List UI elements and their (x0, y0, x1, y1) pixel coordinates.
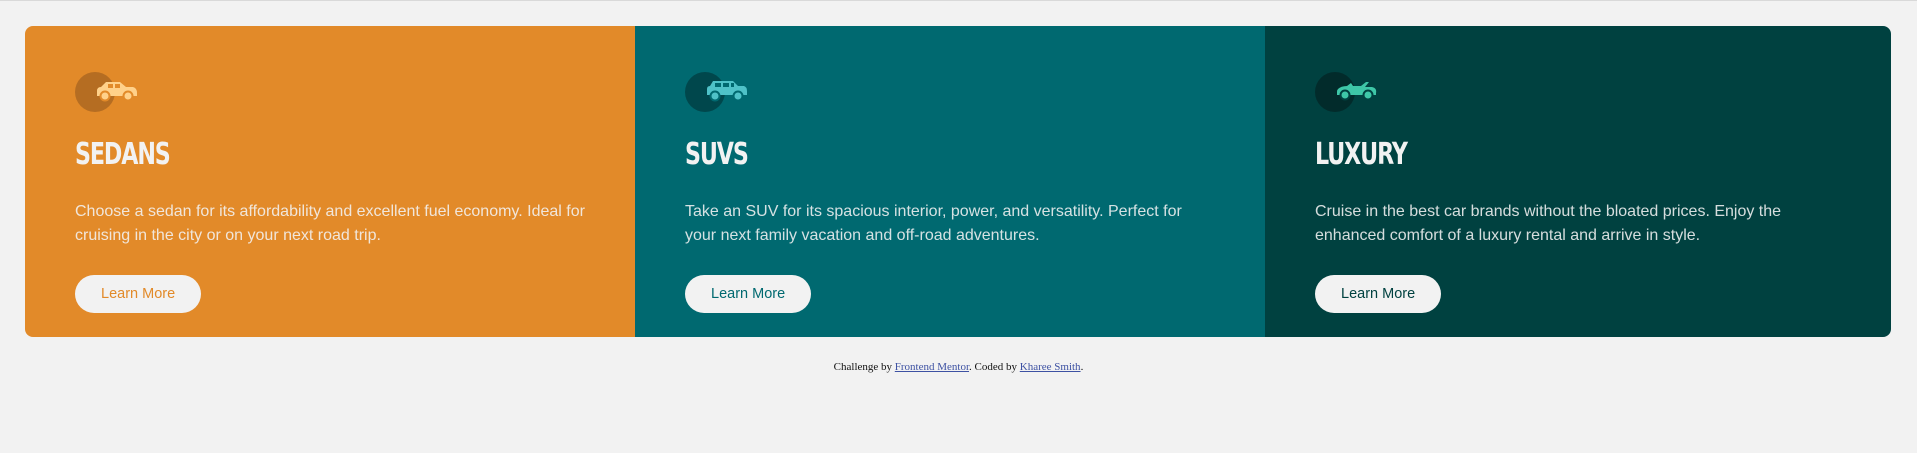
attribution-suffix: . (1080, 361, 1084, 373)
luxury-car-icon (1315, 72, 1381, 114)
card-title: SUVS (685, 137, 749, 172)
attribution-middle: . Coded by (969, 361, 1018, 373)
card-description: Take an SUV for its spacious interior, p… (685, 203, 1182, 244)
frontend-mentor-link[interactable]: Frontend Mentor (895, 361, 969, 373)
suv-car-icon (685, 72, 751, 114)
card-title: SEDANS (75, 137, 171, 172)
card-description: Cruise in the best car brands without th… (1315, 203, 1782, 244)
card-title: LUXURY (1315, 137, 1408, 172)
learn-more-button[interactable]: Learn More (75, 275, 202, 313)
attribution-prefix: Challenge by (833, 361, 893, 373)
author-link[interactable]: Kharee Smith (1020, 361, 1081, 373)
attribution: Challenge by Frontend Mentor. Coded by K… (0, 361, 1917, 373)
card-luxury: LUXURY Cruise in the best car brands wit… (1265, 26, 1891, 337)
sedan-car-icon (75, 72, 141, 114)
learn-more-button[interactable]: Learn More (685, 275, 812, 313)
card-sedans: SEDANS Choose a sedan for its affordabil… (25, 26, 635, 337)
top-border (0, 0, 1917, 1)
car-category-cards: SEDANS Choose a sedan for its affordabil… (25, 26, 1891, 337)
learn-more-button[interactable]: Learn More (1315, 275, 1442, 313)
card-description: Choose a sedan for its affordability and… (75, 203, 585, 244)
card-suvs: SUVS Take an SUV for its spacious interi… (635, 26, 1265, 337)
